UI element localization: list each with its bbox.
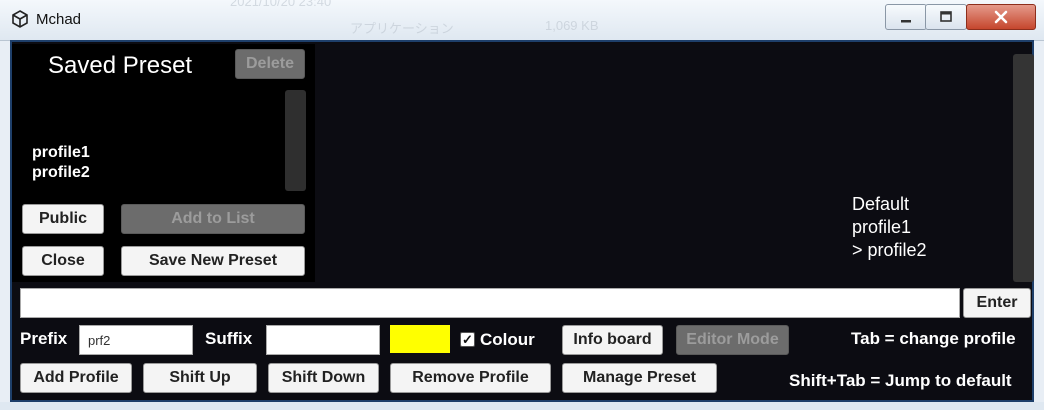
editor-mode-button[interactable]: Editor Mode — [676, 325, 789, 355]
close-icon — [994, 10, 1008, 24]
profile-list: Default profile1 > profile2 — [852, 193, 927, 262]
ghost-text-date: 2021/10/20 23:40 — [230, 0, 332, 9]
prefix-input[interactable] — [79, 325, 193, 355]
enter-button[interactable]: Enter — [963, 288, 1031, 318]
suffix-input[interactable] — [266, 325, 380, 355]
close-button[interactable]: Close — [22, 246, 104, 276]
saved-preset-list: profile1 profile2 — [32, 143, 90, 183]
delete-button[interactable]: Delete — [235, 49, 305, 79]
manage-preset-button[interactable]: Manage Preset — [562, 363, 717, 393]
checkmark-icon: ✓ — [462, 332, 473, 347]
list-item[interactable]: profile2 — [32, 163, 90, 183]
list-item[interactable]: > profile2 — [852, 239, 927, 262]
close-window-button[interactable] — [966, 4, 1036, 30]
tab-hint: Tab = change profile — [851, 329, 1016, 348]
minimize-button[interactable] — [885, 4, 927, 30]
shift-up-button[interactable]: Shift Up — [143, 363, 257, 393]
saved-preset-title: Saved Preset — [48, 52, 193, 79]
list-item[interactable]: Default — [852, 193, 927, 216]
colour-label: Colour — [480, 330, 535, 349]
add-to-list-button[interactable]: Add to List — [121, 204, 305, 234]
shift-tab-hint: Shift+Tab = Jump to default — [789, 371, 1012, 390]
public-button[interactable]: Public — [22, 204, 104, 234]
ghost-text-size: 1,069 KB — [545, 18, 599, 33]
maximize-button[interactable] — [925, 4, 967, 30]
ghost-text-type: アプリケーション — [350, 21, 454, 36]
maximize-icon — [940, 11, 952, 22]
profile-list-scrollbar[interactable] — [1013, 54, 1034, 282]
list-item[interactable]: profile1 — [32, 143, 90, 163]
preset-list-scrollbar[interactable] — [285, 90, 306, 191]
unity-logo-icon — [12, 10, 28, 28]
colour-checkbox[interactable]: ✓ — [460, 332, 475, 347]
list-item[interactable]: profile1 — [852, 216, 927, 239]
add-profile-button[interactable]: Add Profile — [20, 363, 132, 393]
window-title: Mchad — [36, 11, 82, 28]
prefix-label: Prefix — [20, 329, 68, 348]
info-board-button[interactable]: Info board — [562, 325, 663, 355]
minimize-icon — [901, 20, 911, 23]
title-bar[interactable]: 2021/10/20 23:40 アプリケーション 1,069 KB Mchad — [0, 0, 1044, 41]
suffix-label: Suffix — [205, 329, 253, 348]
colour-swatch[interactable] — [390, 325, 450, 353]
shift-down-button[interactable]: Shift Down — [268, 363, 379, 393]
command-input[interactable] — [20, 288, 960, 318]
remove-profile-button[interactable]: Remove Profile — [390, 363, 551, 393]
background-window-ghost: 2021/10/20 23:40 アプリケーション 1,069 KB — [220, 0, 640, 40]
window-frame-bottom — [0, 402, 1044, 410]
save-new-preset-button[interactable]: Save New Preset — [121, 246, 305, 276]
